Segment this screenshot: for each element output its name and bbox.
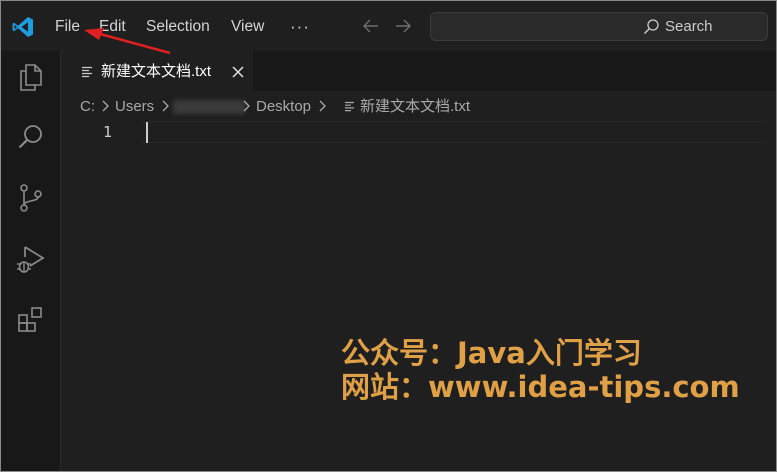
vscode-logo-icon[interactable] (11, 15, 35, 39)
extensions-icon[interactable] (15, 303, 47, 335)
menu-more[interactable]: ··· (290, 1, 310, 51)
run-debug-icon[interactable] (15, 243, 47, 275)
chevron-right-icon (243, 100, 250, 112)
tab-active-file[interactable]: 新建文本文档.txt (61, 51, 253, 91)
title-bar: File Edit Selection View ··· Search (1, 1, 776, 51)
activity-bar (1, 51, 61, 471)
breadcrumb: C: Users Desktop 新建文本文档.txt (61, 91, 776, 121)
chevron-right-icon (319, 100, 326, 112)
breadcrumb-users[interactable]: Users (115, 91, 154, 122)
text-file-icon (82, 66, 92, 78)
arrow-left-icon[interactable] (361, 16, 381, 36)
editor-tab-bar: 新建文本文档.txt (61, 51, 776, 91)
vscode-window: File Edit Selection View ··· Search 新建文本… (0, 0, 777, 472)
editor-text-area[interactable]: 1 (61, 121, 776, 471)
arrow-right-icon[interactable] (393, 16, 413, 36)
files-icon[interactable] (15, 61, 47, 93)
chevron-right-icon (162, 100, 169, 112)
text-cursor (146, 122, 148, 143)
search-icon[interactable] (15, 121, 47, 153)
command-center-search[interactable]: Search (430, 12, 768, 41)
menu-file[interactable]: File (55, 1, 80, 51)
menu-view[interactable]: View (231, 1, 264, 51)
breadcrumb-username-blurred[interactable] (173, 100, 245, 114)
menu-selection[interactable]: Selection (146, 1, 210, 51)
current-line-highlight (141, 121, 766, 143)
search-label: Search (665, 18, 713, 35)
breadcrumb-filename[interactable]: 新建文本文档.txt (360, 91, 470, 122)
breadcrumb-desktop[interactable]: Desktop (256, 91, 311, 122)
line-number: 1 (103, 123, 113, 141)
source-control-icon[interactable] (15, 182, 47, 214)
text-file-icon (345, 101, 354, 112)
menu-edit[interactable]: Edit (99, 1, 126, 51)
close-icon[interactable] (229, 63, 247, 81)
tab-title: 新建文本文档.txt (101, 63, 212, 80)
search-icon (643, 19, 659, 35)
breadcrumb-drive[interactable]: C: (80, 91, 95, 122)
watermark-line-2: 网站：www.idea-tips.com (341, 370, 740, 404)
chevron-right-icon (102, 100, 109, 112)
